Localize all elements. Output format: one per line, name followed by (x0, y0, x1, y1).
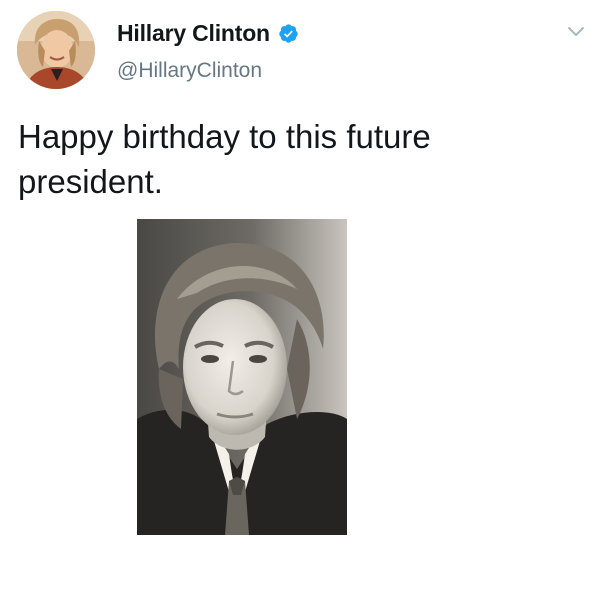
name-row: Hillary Clinton (117, 18, 299, 48)
avatar-image (17, 11, 95, 89)
tweet-photo[interactable] (137, 219, 347, 535)
display-name[interactable]: Hillary Clinton (117, 20, 270, 47)
handle[interactable]: @HillaryClinton (117, 59, 262, 83)
avatar[interactable] (17, 11, 95, 89)
tweet-card: Hillary Clinton @HillaryClinton Happy bi… (0, 0, 603, 610)
chevron-down-icon[interactable] (566, 25, 586, 39)
tweet-text-line-1: Happy birthday to this future (18, 118, 431, 155)
verified-badge-icon (279, 23, 298, 43)
portrait-photo-image (137, 219, 347, 535)
tweet-text-line-2: president. (18, 163, 163, 200)
tweet-text: Happy birthday to this future president. (18, 114, 578, 204)
